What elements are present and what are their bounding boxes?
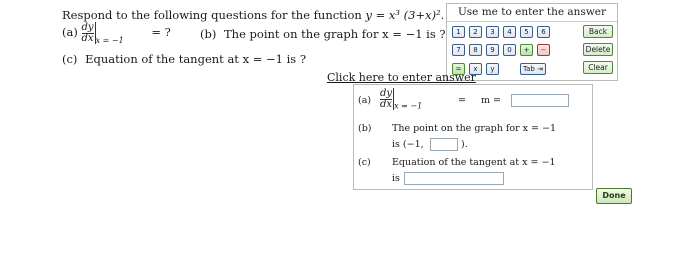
- answer-b-close: ).: [461, 139, 468, 150]
- key-0[interactable]: 0: [503, 44, 516, 56]
- clear-button[interactable]: Clear: [583, 61, 613, 74]
- answer-c-tangent-input[interactable]: [404, 172, 504, 185]
- delete-button[interactable]: Delete: [583, 43, 613, 56]
- answer-a-equals: =: [458, 95, 466, 106]
- key-3[interactable]: 3: [486, 26, 499, 38]
- done-button[interactable]: Done: [596, 188, 632, 204]
- key-minus[interactable]: −: [537, 44, 550, 56]
- answer-a-m: m =: [481, 95, 501, 106]
- key-plus[interactable]: +: [520, 44, 533, 56]
- answer-c-text: Equation of the tangent at x = −1: [392, 157, 556, 168]
- answer-b-is: is (−1,: [392, 139, 424, 150]
- answer-a-label: (a): [358, 95, 372, 106]
- key-1[interactable]: 1: [452, 26, 465, 38]
- answer-keypad: Use me to enter the answer 1 2 3 4 5 6 B…: [446, 3, 618, 81]
- key-4[interactable]: 4: [503, 26, 516, 38]
- answer-b-label: (b): [358, 123, 372, 134]
- key-y[interactable]: y: [486, 63, 499, 75]
- derivative-fraction: dy dx: [81, 21, 94, 44]
- answer-a-derivative: dy dx x = −1: [380, 87, 423, 111]
- click-here-link[interactable]: Click here to enter answer: [327, 71, 476, 84]
- answer-panel: (a) dy dx x = −1 = m = (b) The point on …: [353, 84, 593, 190]
- keypad-title: Use me to enter the answer: [447, 6, 617, 22]
- answer-c-is: is: [392, 173, 400, 184]
- key-7[interactable]: 7: [452, 44, 465, 56]
- question-b: (b) The point on the graph for x = −1 is…: [200, 27, 446, 41]
- key-9[interactable]: 9: [486, 44, 499, 56]
- key-5[interactable]: 5: [520, 26, 533, 38]
- key-tab[interactable]: Tab ⇥: [520, 63, 546, 75]
- answer-b-text: The point on the graph for x = −1: [392, 123, 556, 134]
- back-button[interactable]: Back: [583, 25, 613, 38]
- answer-a-slope-input[interactable]: [511, 94, 569, 107]
- key-2[interactable]: 2: [469, 26, 482, 38]
- key-6[interactable]: 6: [537, 26, 550, 38]
- answer-b-y-input[interactable]: [430, 138, 458, 151]
- key-8[interactable]: 8: [469, 44, 482, 56]
- question-c: (c) Equation of the tangent at x = −1 is…: [62, 52, 307, 66]
- question-intro: Respond to the following questions for t…: [62, 8, 445, 22]
- question-a: (a) dy dx x = −1 = ?: [62, 21, 171, 45]
- answer-c-label: (c): [358, 157, 371, 168]
